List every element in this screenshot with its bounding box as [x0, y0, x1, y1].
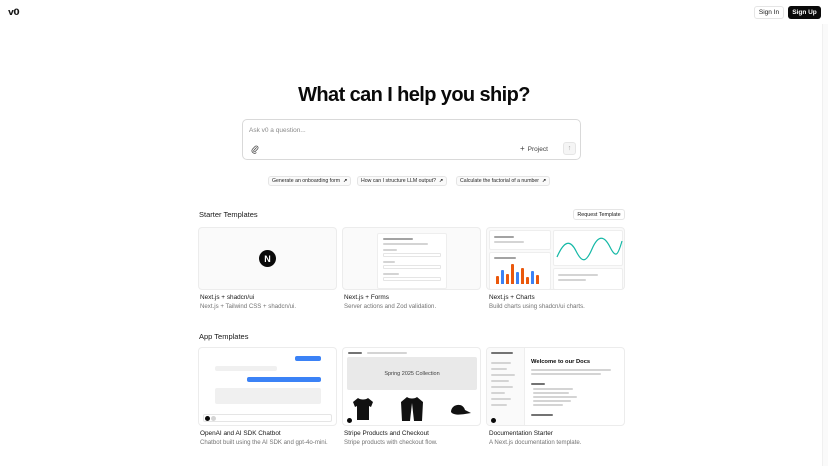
starter-templates-heading: Starter Templates — [199, 210, 258, 219]
template-thumbnail-forms[interactable] — [342, 227, 481, 290]
arrow-up-right-icon: ↗ — [343, 178, 348, 184]
paperclip-icon[interactable] — [251, 145, 259, 154]
template-description: A Next.js documentation template. — [489, 439, 582, 446]
line-chart-preview — [553, 230, 623, 266]
collection-banner: Spring 2025 Collection — [347, 357, 477, 390]
app-templates-heading: App Templates — [199, 332, 249, 341]
suggestion-chip[interactable]: Calculate the factorial of a number ↗ — [456, 176, 551, 186]
suggestion-label: Generate an onboarding form — [272, 178, 341, 184]
tshirt-image — [353, 398, 373, 420]
sign-up-button[interactable]: Sign Up — [788, 6, 821, 19]
plus-icon: + — [520, 144, 525, 153]
stat-card-preview — [553, 268, 623, 289]
template-title[interactable]: Next.js + Forms — [344, 294, 389, 301]
form-preview — [377, 233, 447, 289]
chat-input-preview — [203, 414, 332, 422]
template-thumbnail-shadcn[interactable]: N — [198, 227, 337, 290]
jacket-image — [401, 397, 423, 421]
suggestion-chip[interactable]: Generate an onboarding form ↗ — [268, 176, 352, 186]
template-description: Next.js + Tailwind CSS + shadcn/ui. — [200, 303, 297, 310]
template-title[interactable]: OpenAI and AI SDK Chatbot — [200, 430, 281, 437]
docs-sidebar-preview — [487, 348, 525, 425]
project-label: Project — [527, 145, 548, 153]
v0-logo[interactable]: v0 — [8, 8, 20, 18]
template-thumbnail-docs[interactable]: Welcome to our Docs — [486, 347, 625, 426]
template-description: Build charts using shadcn/ui charts. — [489, 303, 585, 310]
top-bar: v0 Sign In Sign Up — [0, 0, 828, 24]
collection-banner-text: Spring 2025 Collection — [384, 370, 440, 377]
request-template-button[interactable]: Request Template — [573, 209, 625, 220]
template-thumbnail-stripe[interactable]: Spring 2025 Collection — [342, 347, 481, 426]
bar-chart-preview — [489, 252, 551, 289]
template-title[interactable]: Next.js + shadcn/ui — [200, 294, 254, 301]
project-button[interactable]: + Project — [520, 143, 548, 155]
suggestion-label: Calculate the factorial of a number — [460, 178, 540, 184]
prompt-input[interactable] — [249, 125, 569, 135]
template-thumbnail-chatbot[interactable] — [198, 347, 337, 426]
template-description: Chatbot built using the AI SDK and gpt-4… — [200, 439, 328, 446]
template-description: Server actions and Zod validation. — [344, 303, 437, 310]
template-title[interactable]: Documentation Starter — [489, 430, 553, 437]
page-title: What can I help you ship? — [298, 84, 530, 106]
arrow-up-right-icon: ↗ — [542, 178, 547, 184]
suggestion-chip[interactable]: How can I structure LLM output? ↗ — [357, 176, 448, 186]
sign-in-button[interactable]: Sign In — [754, 6, 784, 19]
arrow-up-icon: ↑ — [567, 145, 572, 152]
cap-image — [451, 404, 471, 415]
template-title[interactable]: Next.js + Charts — [489, 294, 535, 301]
send-button[interactable]: ↑ — [563, 142, 576, 155]
arrow-up-right-icon: ↗ — [438, 178, 444, 184]
suggestion-label: How can I structure LLM output? — [361, 178, 436, 184]
template-thumbnail-charts[interactable] — [486, 227, 625, 290]
chart-preview-card — [489, 230, 551, 250]
nextjs-logo-icon: N — [259, 250, 276, 267]
docs-heading-preview: Welcome to our Docs — [531, 359, 591, 365]
template-title[interactable]: Stripe Products and Checkout — [344, 430, 429, 437]
template-description: Stripe products with checkout flow. — [344, 439, 438, 446]
